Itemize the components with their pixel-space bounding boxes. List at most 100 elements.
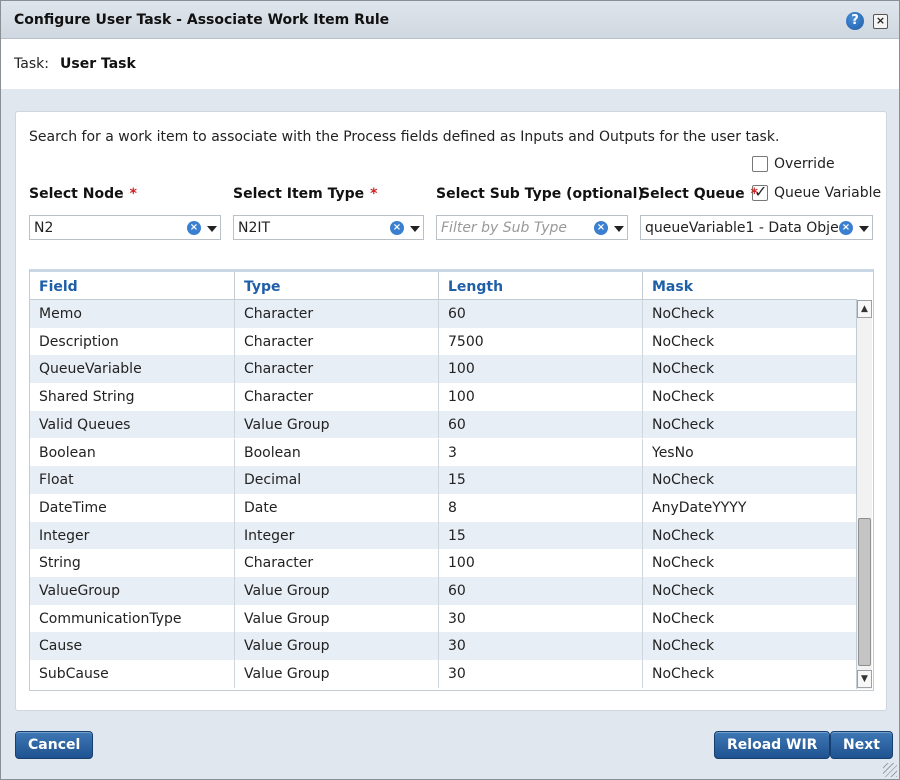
reload-wir-button[interactable]: Reload WIR: [714, 731, 831, 759]
table-row[interactable]: DateTime Date 8 AnyDateYYYY: [30, 493, 857, 522]
task-name: User Task: [60, 56, 136, 72]
item-type-dropdown-value: N2IT: [238, 220, 271, 236]
table-cell: 15: [439, 466, 643, 494]
table-cell: Shared String: [30, 383, 235, 411]
required-marker: *: [129, 186, 137, 202]
select-item-type-label: Select Item Type *: [233, 186, 378, 202]
table-cell: Float: [30, 466, 235, 494]
table-cell: NoCheck: [652, 361, 715, 378]
table-row[interactable]: Float Decimal 15 NoCheck: [30, 466, 857, 494]
table-cell: NoCheck: [652, 610, 715, 627]
table-cell: CommunicationType: [30, 604, 235, 633]
table-cell: 60: [439, 300, 643, 328]
table-row[interactable]: Memo Character 60 NoCheck: [30, 300, 857, 328]
table-cell: NoCheck: [652, 389, 715, 406]
table-row[interactable]: Cause Value Group 30 NoCheck: [30, 632, 857, 661]
fields-grid: Field Type Length Mask Memo Character 60 No…: [29, 269, 874, 691]
panel-description: Search for a work item to associate with…: [29, 129, 780, 145]
table-row[interactable]: Integer Integer 15 NoCheck: [30, 521, 857, 550]
table-cell: QueueVariable: [30, 355, 235, 384]
rule-panel: Search for a work item to associate with…: [15, 111, 887, 711]
table-cell: String: [30, 549, 235, 577]
table-cell: ValueGroup: [30, 577, 235, 605]
scroll-up-icon[interactable]: ▲: [857, 300, 872, 318]
clear-icon[interactable]: ×: [839, 221, 853, 235]
table-row[interactable]: ValueGroup Value Group 60 NoCheck: [30, 577, 857, 605]
override-checkbox[interactable]: [752, 156, 768, 172]
chevron-down-icon[interactable]: [207, 226, 217, 232]
queue-dropdown-value: queueVariable1 - Data Object: [645, 220, 852, 236]
table-cell: NoCheck: [652, 555, 715, 572]
node-dropdown-value: N2: [34, 220, 54, 236]
table-cell: Valid Queues: [30, 410, 235, 439]
table-cell: Character: [235, 383, 439, 411]
cancel-button[interactable]: Cancel: [15, 731, 94, 759]
vertical-scrollbar[interactable]: ▲ ▼: [856, 300, 872, 689]
select-sub-type-label: Select Sub Type (optional): [436, 186, 644, 202]
resize-grip-icon[interactable]: [883, 763, 897, 777]
table-row[interactable]: Valid Queues Value Group 60 NoCheck: [30, 410, 857, 439]
column-header-field[interactable]: Field: [30, 272, 235, 300]
table-cell: Boolean: [235, 438, 439, 467]
table-cell: Character: [235, 327, 439, 356]
help-icon[interactable]: ?: [846, 12, 864, 30]
scrollbar-thumb[interactable]: [858, 518, 871, 666]
table-cell: NoCheck: [652, 306, 715, 322]
scroll-down-icon[interactable]: ▼: [857, 670, 872, 688]
grid-header: Field Type Length Mask: [30, 272, 857, 300]
sub-type-placeholder: Filter by Sub Type: [441, 220, 567, 236]
table-cell: Integer: [30, 521, 235, 550]
chevron-down-icon[interactable]: [410, 226, 420, 232]
table-cell: Boolean: [30, 438, 235, 467]
table-row[interactable]: SubCause Value Group 30 NoCheck: [30, 660, 857, 688]
queue-dropdown[interactable]: queueVariable1 - Data Object ×: [640, 215, 873, 240]
chevron-down-icon[interactable]: [614, 226, 624, 232]
table-row[interactable]: QueueVariable Character 100 NoCheck: [30, 355, 857, 384]
table-row[interactable]: Shared String Character 100 NoCheck: [30, 383, 857, 411]
column-header-type[interactable]: Type: [235, 272, 439, 300]
clear-icon[interactable]: ×: [187, 221, 201, 235]
table-cell: NoCheck: [652, 583, 715, 599]
table-cell: Character: [235, 549, 439, 577]
table-cell: Value Group: [235, 632, 439, 661]
override-label: Override: [774, 156, 835, 172]
table-cell: 8: [439, 493, 643, 522]
table-cell: NoCheck: [652, 638, 715, 655]
table-cell: 60: [439, 577, 643, 605]
table-cell: 100: [439, 383, 643, 411]
select-queue-label: Select Queue *: [640, 186, 758, 202]
table-cell: Decimal: [235, 466, 439, 494]
next-button[interactable]: Next: [830, 731, 893, 759]
clear-icon[interactable]: ×: [594, 221, 608, 235]
table-cell: NoCheck: [652, 527, 715, 544]
table-row[interactable]: CommunicationType Value Group 30 NoCheck: [30, 604, 857, 633]
close-icon[interactable]: ×: [873, 14, 888, 29]
table-cell: 100: [439, 549, 643, 577]
table-cell: NoCheck: [652, 333, 715, 350]
table-cell: 7500: [439, 327, 643, 356]
table-cell: Cause: [30, 632, 235, 661]
item-type-dropdown[interactable]: N2IT ×: [233, 215, 424, 240]
table-cell: DateTime: [30, 493, 235, 522]
table-cell: Value Group: [235, 410, 439, 439]
table-row[interactable]: Description Character 7500 NoCheck: [30, 327, 857, 356]
clear-icon[interactable]: ×: [390, 221, 404, 235]
table-row[interactable]: Boolean Boolean 3 YesNo: [30, 438, 857, 467]
sub-type-dropdown[interactable]: Filter by Sub Type ×: [436, 215, 628, 240]
table-cell: Date: [235, 493, 439, 522]
table-row[interactable]: String Character 100 NoCheck: [30, 549, 857, 577]
select-node-label: Select Node *: [29, 186, 137, 202]
table-cell: YesNo: [652, 444, 694, 461]
dialog-titlebar: Configure User Task - Associate Work Ite…: [1, 1, 899, 39]
queue-variable-label: Queue Variable: [774, 185, 882, 201]
dialog-window: Configure User Task - Associate Work Ite…: [0, 0, 900, 780]
chevron-down-icon[interactable]: [859, 226, 869, 232]
node-dropdown[interactable]: N2 ×: [29, 215, 221, 240]
table-cell: 60: [439, 410, 643, 439]
table-cell: Description: [30, 327, 235, 356]
table-cell: 100: [439, 355, 643, 384]
column-header-mask[interactable]: Mask: [643, 272, 857, 300]
table-cell: 15: [439, 521, 643, 550]
table-cell: AnyDateYYYY: [652, 499, 747, 516]
column-header-length[interactable]: Length: [439, 272, 643, 300]
